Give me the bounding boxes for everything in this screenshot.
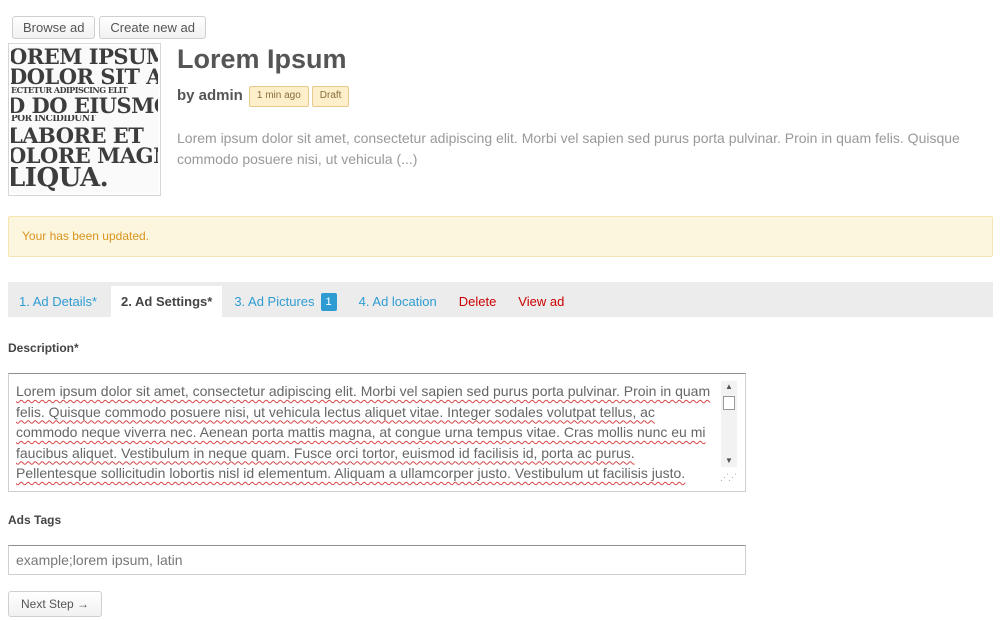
ad-title: Lorem Ipsum — [177, 44, 347, 74]
tab-ad-settings[interactable]: 2. Ad Settings* — [111, 286, 223, 317]
thumbnail-text-line: POR INCIDIDUNT — [11, 115, 96, 124]
scroll-thumb[interactable] — [723, 396, 735, 410]
textarea-scrollbar[interactable]: ▲ ▼ — [721, 381, 737, 467]
tab-view-ad[interactable]: View ad — [510, 286, 574, 317]
tags-label: Ads Tags — [8, 513, 62, 527]
ad-tabs: 1. Ad Details* 2. Ad Settings* 3. Ad Pic… — [8, 282, 993, 317]
tags-input[interactable]: example;lorem ipsum, latin — [8, 545, 746, 575]
tab-delete[interactable]: Delete — [451, 286, 507, 317]
description-label: Description* — [8, 341, 79, 355]
tab-label: 4. Ad location — [358, 293, 437, 309]
status-badge: Draft — [311, 86, 350, 107]
description-text: Lorem ipsum dolor sit amet, consectetur … — [16, 383, 711, 481]
thumbnail-image: OREM IPSUM DOLOR SIT AMET ECTETUR ADIPIS… — [11, 46, 158, 193]
tab-label: 1. Ad Details* — [19, 293, 98, 309]
next-step-button[interactable]: Next Step → — [8, 591, 103, 617]
ad-author: by admin — [177, 87, 243, 104]
description-textarea[interactable]: Lorem ipsum dolor sit amet, consectetur … — [8, 373, 746, 492]
tab-label: 3. Ad Pictures — [234, 293, 315, 309]
ad-excerpt: Lorem ipsum dolor sit amet, consectetur … — [177, 130, 960, 167]
thumbnail-text-line: OREM IPSUM — [11, 46, 158, 66]
pictures-count-badge: 1 — [320, 292, 337, 311]
thumbnail-text-line: OLORE MAGNA — [11, 145, 158, 165]
tab-label: View ad — [518, 293, 565, 309]
ad-thumbnail: OREM IPSUM DOLOR SIT AMET ECTETUR ADIPIS… — [8, 43, 161, 196]
top-toolbar: Browse ad Create new ad — [12, 16, 206, 39]
tab-ad-location[interactable]: 4. Ad location — [351, 286, 447, 317]
thumbnail-text-line: DOLOR SIT AMET — [11, 66, 158, 86]
ad-meta: by admin 1 min ago Draft — [177, 84, 350, 107]
thumbnail-text-line: LABORE ET — [11, 125, 144, 145]
thumbnail-text-line: ECTETUR ADIPISCING ELIT — [11, 86, 128, 95]
scroll-down-icon[interactable]: ▼ — [721, 455, 737, 467]
tab-ad-details[interactable]: 1. Ad Details* — [11, 286, 107, 317]
tab-ad-pictures[interactable]: 3. Ad Pictures 1 — [226, 286, 346, 317]
scroll-up-icon[interactable]: ▲ — [721, 381, 737, 393]
resize-grip-icon[interactable]: ⋰⋰ — [720, 467, 737, 488]
thumbnail-text-line: D DO EIUSMOD — [11, 95, 158, 115]
tab-label: 2. Ad Settings* — [121, 293, 213, 309]
tab-label: Delete — [458, 293, 497, 309]
browse-ad-button[interactable]: Browse ad — [12, 16, 96, 39]
thumbnail-text-line: LIQUA. — [11, 165, 109, 191]
create-new-ad-button[interactable]: Create new ad — [99, 16, 206, 39]
update-alert: Your has been updated. — [8, 216, 993, 257]
time-badge: 1 min ago — [248, 86, 309, 107]
